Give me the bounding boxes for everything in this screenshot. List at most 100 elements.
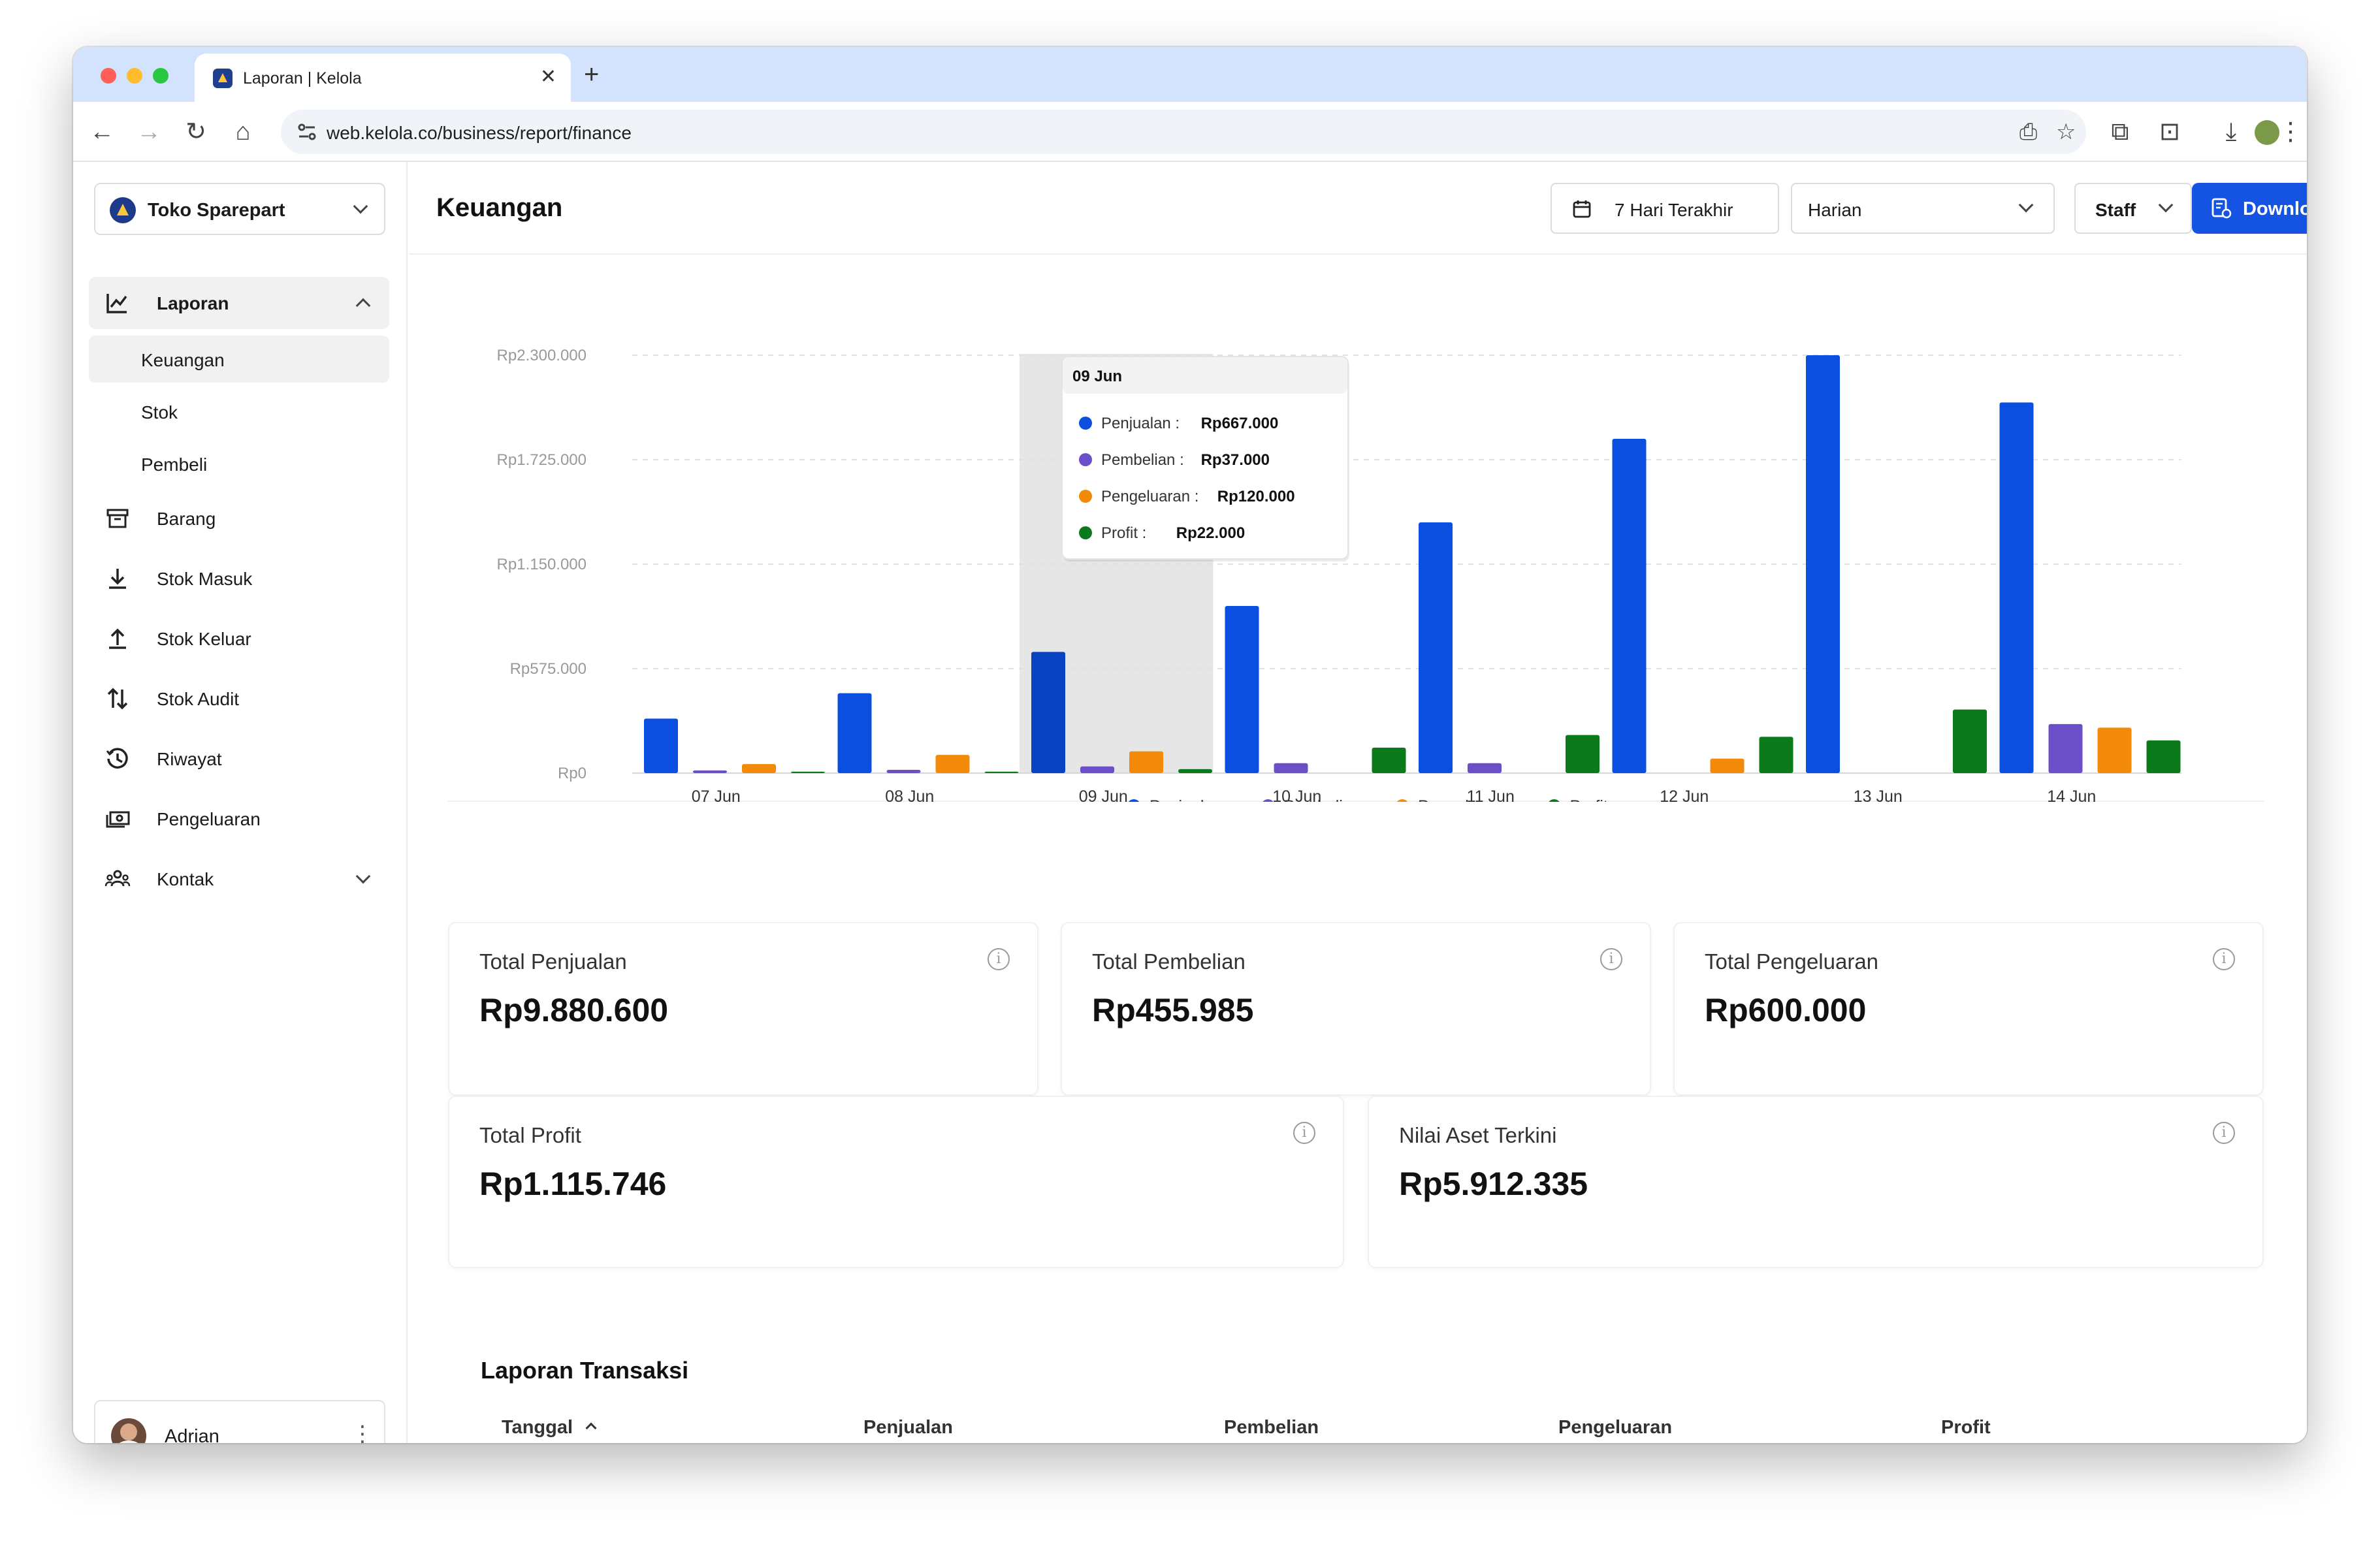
bar-penjualan [1999,402,2034,773]
site-settings-icon[interactable] [294,119,320,145]
column-header-penjualan[interactable]: Penjualan [863,1417,953,1438]
stat-value: Rp455.985 [1092,992,1254,1028]
sidebar-item-label: Kontak [157,869,214,889]
sidebar-item-label: Stok Masuk [157,569,253,589]
minimize-window-button[interactable] [127,68,142,84]
close-window-button[interactable] [101,68,116,84]
finance-bar-chart: Rp0 Rp575.000 Rp1.150.000 Rp1.725.000 Rp2.30… [497,347,2181,816]
bar-profit [1759,737,1793,773]
date-range-picker[interactable]: 7 Hari Terakhir [1551,183,1779,234]
x-tick-label: 07 Jun [692,787,741,802]
bar-pengeluaran [935,755,970,773]
stat-label: Total Profit [479,1123,581,1147]
user-profile-card[interactable]: Adrian ⋮ [94,1400,385,1443]
chevron-down-icon [355,868,371,884]
stat-total-pengeluaran: Total Pengeluaran Rp600.000 i [1673,922,2264,1096]
stat-label: Nilai Aset Terkini [1399,1123,1557,1147]
info-icon[interactable]: i [1600,948,1622,970]
y-tick-label: Rp575.000 [510,660,587,678]
bar-profit [791,771,825,773]
tooltip-title: 09 Jun [1072,368,1122,385]
swap-arrows-icon [107,688,128,710]
info-icon[interactable]: i [2213,948,2235,970]
legend-swatch [1127,799,1140,812]
x-tick-label: 14 Jun [2047,787,2096,802]
downloads-icon[interactable]: ⤓ [2217,118,2245,146]
home-icon[interactable]: ⌂ [229,118,257,146]
sidebar-item-stok-keluar[interactable]: Stok Keluar [89,612,389,665]
column-header-profit[interactable]: Profit [1941,1417,1991,1438]
column-header-label: Tanggal [502,1417,573,1438]
browser-tab-active[interactable]: Laporan | Kelola ✕ [195,54,571,102]
interval-label: Harian [1808,200,1862,220]
sidebar-item-stok-audit[interactable]: Stok Audit [89,673,389,725]
info-icon[interactable]: i [988,948,1010,970]
sidebar-item-stok-masuk[interactable]: Stok Masuk [89,552,389,605]
info-icon[interactable]: i [1293,1122,1315,1144]
main-content: Keuangan 7 Hari Terakhir Harian Staff Do… [409,162,2307,1443]
new-tab-icon[interactable]: + [584,61,599,87]
kelola-app: Toko Sparepart Laporan Keuangan Stok Pem… [73,162,2307,1443]
maximize-window-button[interactable] [153,68,169,84]
calendar-icon [1573,200,1591,218]
cash-icon [106,811,130,828]
tab-search-icon[interactable]: ⊡ [2155,118,2184,146]
url-text: web.kelola.co/business/report/finance [327,123,632,143]
chevron-up-icon [355,298,371,313]
x-tick-label: 09 Jun [1079,787,1128,802]
sidebar: Toko Sparepart Laporan Keuangan Stok Pem… [73,162,408,1443]
sidebar-item-label: Laporan [157,293,229,313]
store-name: Toko Sparepart [148,200,285,221]
download-button[interactable]: Download [2192,183,2307,234]
staff-filter[interactable]: Staff [2074,183,2192,234]
stat-total-penjualan: Total Penjualan Rp9.880.600 i [448,922,1038,1096]
sidebar-item-barang[interactable]: Barang [89,492,389,545]
bar-pembelian [2048,723,2083,773]
interval-select[interactable]: Harian [1791,183,2055,234]
store-selector[interactable]: Toko Sparepart [94,183,385,235]
sidebar-item-label: Pengeluaran [157,809,261,829]
sidebar-item-pengeluaran[interactable]: Pengeluaran [89,793,389,845]
back-arrow-icon[interactable]: ← [88,118,116,146]
bar-penjualan [837,693,872,773]
bar-profit [1566,735,1600,773]
user-avatar [111,1418,146,1443]
bar-penjualan [1806,355,1840,773]
y-tick-label: Rp1.150.000 [497,556,587,573]
address-bar[interactable]: web.kelola.co/business/report/finance ⎙ … [281,110,2086,154]
info-icon[interactable]: i [2213,1122,2235,1144]
sort-ascending-icon [585,1422,597,1434]
sidebar-item-label: Stok Keluar [157,629,251,649]
bar-pengeluaran [1129,751,1163,773]
x-tick-label: 12 Jun [1660,787,1709,802]
bar-profit [1953,709,1987,773]
sidebar-item-laporan[interactable]: Laporan [89,277,389,329]
user-name: Adrian [165,1426,219,1443]
column-header-pembelian[interactable]: Pembelian [1224,1417,1319,1438]
contacts-icon [105,870,131,887]
install-app-icon[interactable]: ⎙ [2019,119,2037,145]
y-tick-label: Rp2.300.000 [497,347,587,364]
tab-close-icon[interactable]: ✕ [540,65,556,89]
date-range-label: 7 Hari Terakhir [1615,200,1733,220]
forward-arrow-icon[interactable]: → [135,118,163,146]
tooltip-value: Rp120.000 [1217,488,1295,505]
column-header-pengeluaran[interactable]: Pengeluaran [1558,1417,1672,1438]
reload-icon[interactable]: ↻ [182,118,210,146]
tooltip-value: Rp37.000 [1201,451,1270,469]
sidebar-item-riwayat[interactable]: Riwayat [89,733,389,785]
browser-menu-icon[interactable]: ⋮ [2278,118,2303,146]
sidebar-item-label: Riwayat [157,749,222,769]
tooltip-label: Profit : [1101,524,1146,542]
bookmark-star-icon[interactable]: ☆ [2056,119,2076,145]
bar-pembelian [886,769,921,773]
profile-avatar-icon[interactable] [2255,120,2279,145]
sidebar-subitem-stok[interactable]: Stok [89,388,389,435]
sidebar-item-kontak[interactable]: Kontak [89,853,389,905]
tooltip-swatch [1079,526,1092,539]
column-header-tanggal[interactable]: Tanggal [502,1417,597,1438]
extensions-icon[interactable]: ⧉ [2106,118,2134,146]
user-menu-icon[interactable]: ⋮ [351,1421,374,1443]
sidebar-subitem-pembeli[interactable]: Pembeli [89,440,389,487]
sidebar-subitem-keuangan[interactable]: Keuangan [89,336,389,383]
